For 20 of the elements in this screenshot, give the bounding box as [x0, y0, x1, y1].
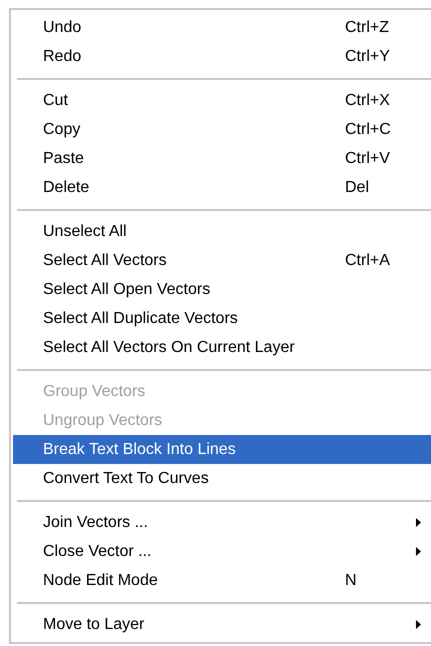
menu-item[interactable]: Select All Open Vectors	[13, 275, 431, 304]
submenu-arrow-icon	[416, 547, 421, 556]
menu-item[interactable]: Move to Layer	[13, 610, 431, 639]
menu-item[interactable]: Convert Text To Curves	[13, 464, 431, 493]
menu-item[interactable]: Undo Ctrl+Z	[13, 13, 431, 42]
submenu-arrow-icon	[416, 518, 421, 527]
menu-item[interactable]: Cut Ctrl+X	[13, 86, 431, 115]
submenu-arrow-icon	[416, 620, 421, 629]
menu-item[interactable]: Select All Vectors Ctrl+A	[13, 246, 431, 275]
menu-item[interactable]: Close Vector ...	[13, 537, 431, 566]
menu-item[interactable]: Break Text Block Into Lines	[13, 435, 431, 464]
menu-item[interactable]: Paste Ctrl+V	[13, 144, 431, 173]
menu-item[interactable]: Delete Del	[13, 173, 431, 202]
menu-item[interactable]: Copy Ctrl+C	[13, 115, 431, 144]
menu-item[interactable]: Node Edit Mode N	[13, 566, 431, 595]
menu-item[interactable]: Select All Vectors On Current Layer	[13, 333, 431, 362]
menu-item[interactable]: Select All Duplicate Vectors	[13, 304, 431, 333]
menu-item[interactable]: Unselect All	[13, 217, 431, 246]
menu-item[interactable]: Redo Ctrl+Y	[13, 42, 431, 71]
menu-item[interactable]: Join Vectors ...	[13, 508, 431, 537]
